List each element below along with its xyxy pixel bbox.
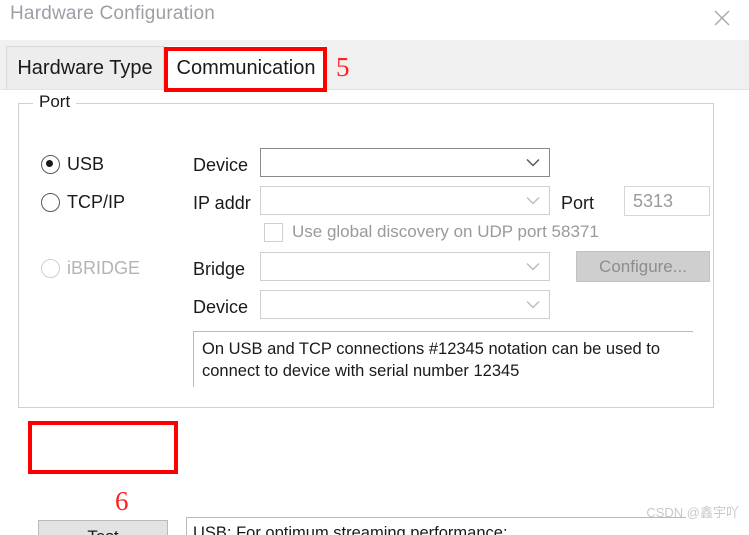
close-icon[interactable] xyxy=(701,2,743,34)
tab-communication-label: Communication xyxy=(176,57,316,79)
label-ip-addr: IP addr xyxy=(193,193,251,213)
radio-usb-icon xyxy=(41,155,60,174)
chevron-down-icon xyxy=(526,300,540,309)
combo-ip-addr[interactable] xyxy=(260,186,550,215)
usb-tips-panel: USB: For optimum streaming performance: … xyxy=(186,517,686,535)
configure-button: Configure... xyxy=(576,251,710,282)
label-device-bridge: Device xyxy=(193,297,249,317)
configure-button-label: Configure... xyxy=(599,256,687,276)
annotation-number-5: 5 xyxy=(336,52,350,82)
radio-tcpip-icon xyxy=(41,193,60,212)
dialog-client-area: Port USB TCP/IP iBRIDGE Device IP addr B… xyxy=(0,89,749,535)
serial-notation-note: On USB and TCP connections #12345 notati… xyxy=(193,331,693,387)
radio-tcpip-label: TCP/IP xyxy=(67,192,126,212)
hardware-configuration-dialog: Hardware Configuration Hardware Type Com… xyxy=(0,0,749,535)
tab-strip: Hardware Type Communication xyxy=(0,40,749,90)
title-bar: Hardware Configuration xyxy=(0,0,749,39)
serial-note-line-1: On USB and TCP connections #12345 notati… xyxy=(202,340,661,358)
radio-usb-label: USB xyxy=(67,154,105,174)
window-title: Hardware Configuration xyxy=(10,3,216,24)
tab-communication[interactable]: Communication xyxy=(168,46,324,90)
combo-bridge[interactable] xyxy=(260,252,550,281)
serial-note-line-2: connect to device with serial number 123… xyxy=(202,361,520,380)
port-group-box: Port USB TCP/IP iBRIDGE Device IP addr B… xyxy=(18,92,714,408)
usb-tip-line-1: USB: For optimum streaming performance: xyxy=(193,524,508,535)
chevron-down-icon xyxy=(526,196,540,205)
annotation-number-6: 6 xyxy=(115,486,129,516)
combo-device-bridge[interactable] xyxy=(260,290,550,319)
chevron-down-icon xyxy=(526,158,540,167)
label-port: Port xyxy=(561,193,595,213)
test-button[interactable]: Test xyxy=(38,520,168,535)
watermark: CSDN @鑫宇吖 xyxy=(646,505,739,520)
label-device-usb: Device xyxy=(193,155,249,175)
checkbox-global-discovery: Use global discovery on UDP port 58371 xyxy=(264,222,599,242)
radio-ibridge-label: iBRIDGE xyxy=(67,258,141,278)
tab-hardware-type-label: Hardware Type xyxy=(17,57,153,79)
port-group-legend: Port xyxy=(33,92,77,112)
radio-ibridge: iBRIDGE xyxy=(41,258,140,279)
test-button-label: Test xyxy=(87,527,118,535)
label-bridge: Bridge xyxy=(193,259,246,279)
radio-usb[interactable]: USB xyxy=(41,154,104,175)
checkbox-icon xyxy=(264,222,283,242)
chevron-down-icon xyxy=(526,262,540,271)
checkbox-global-discovery-label: Use global discovery on UDP port 58371 xyxy=(292,222,599,241)
radio-tcpip[interactable]: TCP/IP xyxy=(41,192,125,213)
combo-device-usb[interactable] xyxy=(260,148,550,177)
port-input[interactable]: 5313 xyxy=(624,186,710,216)
tab-hardware-type[interactable]: Hardware Type xyxy=(6,46,164,90)
radio-ibridge-icon xyxy=(41,259,60,278)
